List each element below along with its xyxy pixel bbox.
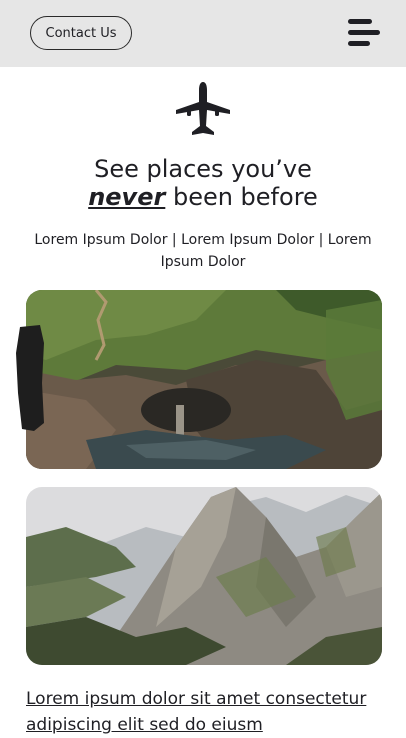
contact-us-button[interactable]: Contact Us <box>30 16 132 50</box>
page-title: See places you’ve never been before <box>0 155 406 211</box>
article-title-line-1: Lorem ipsum dolor sit amet consectetur <box>26 689 367 709</box>
title-line-2: never been before <box>0 183 406 211</box>
coastal-cliff-photo <box>26 290 382 469</box>
article-title-link[interactable]: Lorem ipsum dolor sit amet consectetur a… <box>26 686 406 738</box>
top-navigation-bar: Contact Us <box>0 0 406 67</box>
article-title-line-2: adipiscing elit sed do eiusm <box>26 715 263 735</box>
brush-stroke-decoration <box>14 323 46 433</box>
hamburger-menu-icon[interactable] <box>344 18 380 48</box>
title-line-1: See places you’ve <box>94 155 312 183</box>
mountain-peak-photo <box>26 487 382 665</box>
airplane-icon <box>173 80 233 140</box>
title-rest: been before <box>172 183 318 211</box>
subtitle: Lorem Ipsum Dolor | Lorem Ipsum Dolor | … <box>34 232 372 270</box>
title-emphasis: never <box>88 183 166 211</box>
